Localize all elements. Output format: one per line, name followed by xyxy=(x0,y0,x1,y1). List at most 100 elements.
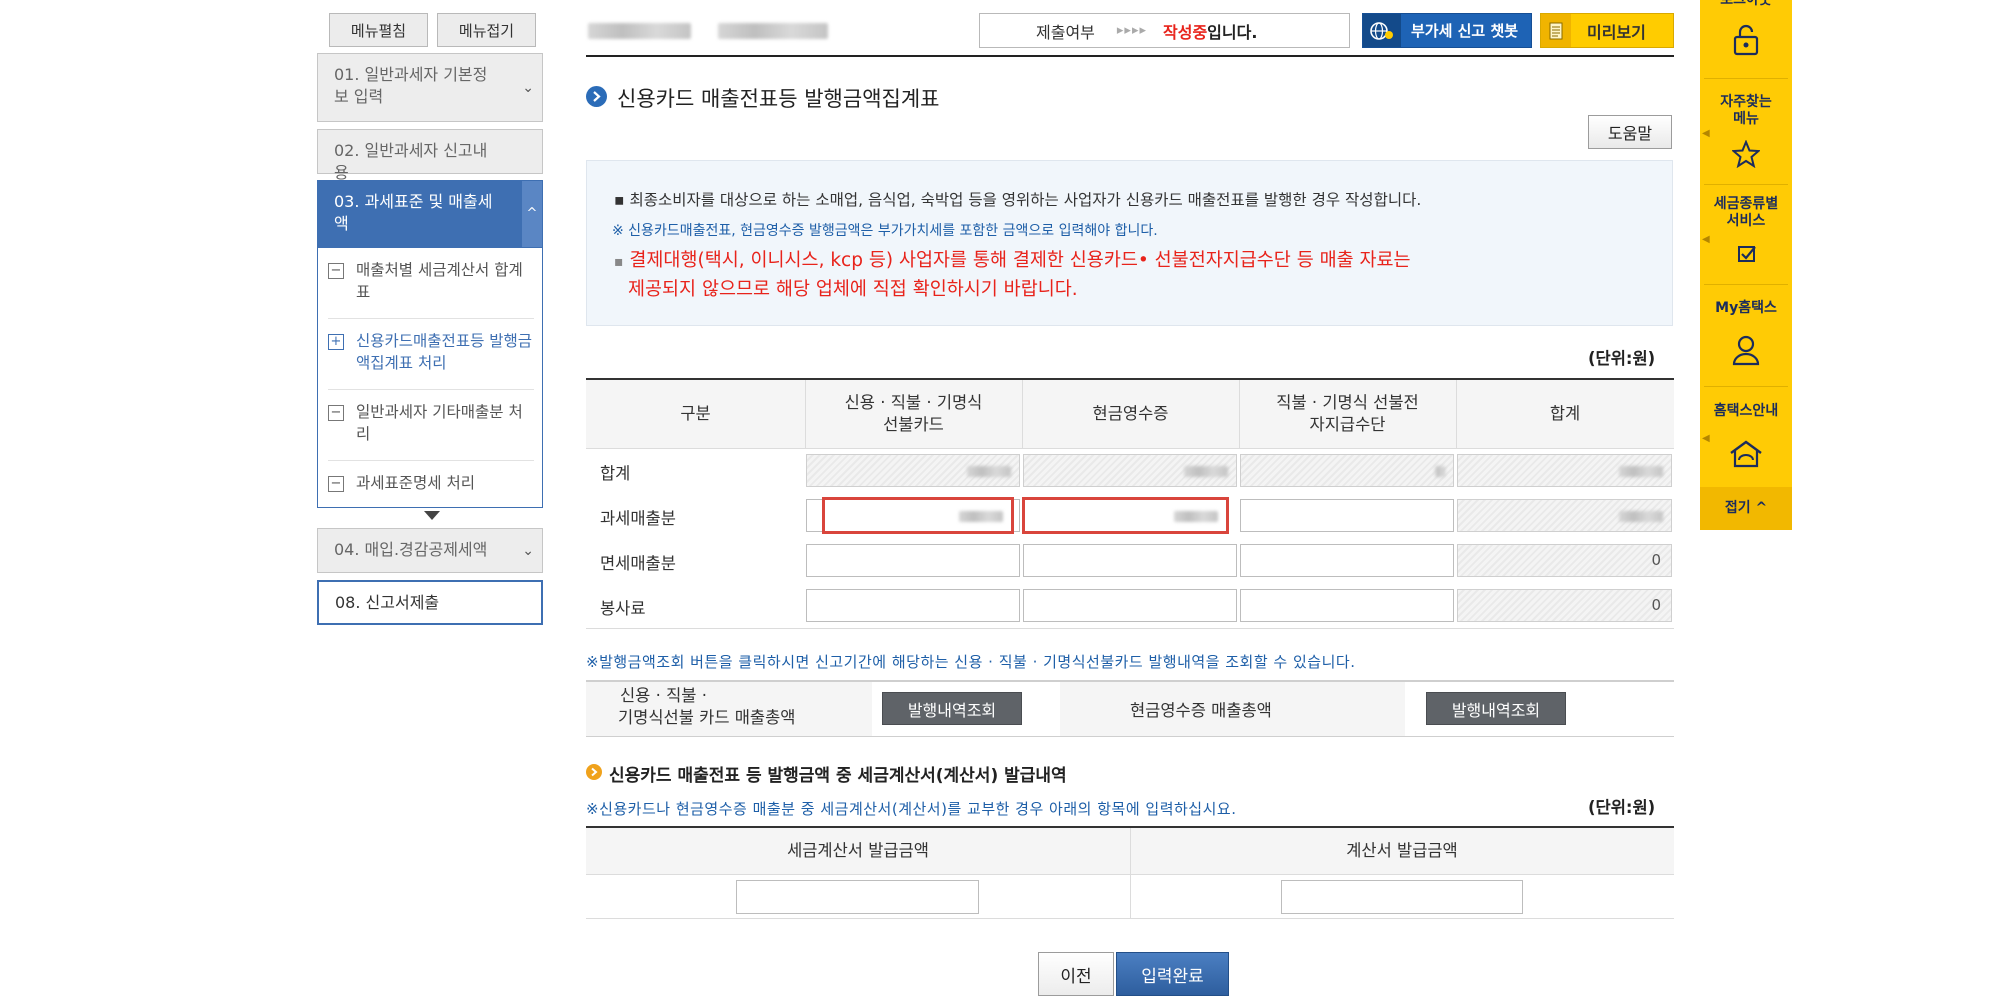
exempt-sum-cell: 0 xyxy=(1457,544,1672,577)
info-line-2: ※ 신용카드매출전표, 현금영수증 발행금액은 부가가치세를 포함한 금액으로 … xyxy=(612,223,1158,239)
checkbox-icon[interactable] xyxy=(1737,244,1757,268)
scroll-down-arrow-icon[interactable] xyxy=(424,511,440,520)
divider xyxy=(586,628,1674,629)
submenu-item-other-sales[interactable]: − 일반과세자 기타매출분 처리 xyxy=(328,401,534,445)
submit-button[interactable]: 입력완료 xyxy=(1116,952,1229,996)
col-header-tax-invoice-amount: 세금계산서 발급금액 xyxy=(787,841,929,860)
lookup-card-label-1: 신용 · 직불 · xyxy=(620,686,707,705)
arrow-left-icon: ◀ xyxy=(1702,128,1710,139)
header-divider xyxy=(586,55,1674,57)
divider xyxy=(586,874,1674,875)
divider xyxy=(586,736,1674,737)
submenu-item-tax-base[interactable]: − 과세표준명세 처리 xyxy=(328,472,534,494)
unit-label: (단위:원) xyxy=(1588,349,1656,368)
submenu-item-label: 신용카드매출전표등 발행금액집계표 처리 xyxy=(356,332,533,372)
favorite-menu-label[interactable]: 자주찾는 메뉴 xyxy=(1700,94,1792,128)
submenu-item-label: 매출처별 세금계산서 합계표 xyxy=(356,261,523,301)
row-label-taxable: 과세매출분 xyxy=(600,509,676,528)
hometax-guide-label[interactable]: 홈택스안내 xyxy=(1700,403,1792,420)
col-header-category: 구분 xyxy=(680,404,711,423)
submenu-item-label: 일반과세자 기타매출분 처리 xyxy=(356,403,523,443)
tax-invoice-amount-input[interactable] xyxy=(736,880,979,914)
document-icon xyxy=(1541,14,1571,47)
unlock-icon[interactable] xyxy=(1731,24,1761,60)
value-blurred xyxy=(1619,466,1663,477)
chevron-down-icon: ⌄ xyxy=(522,542,534,559)
tax-type-service-label[interactable]: 세금종류별 서비스 xyxy=(1700,196,1792,230)
menu-collapse-button[interactable]: 메뉴접기 xyxy=(437,13,536,47)
help-button[interactable]: 도움말 xyxy=(1588,115,1672,149)
fold-label[interactable]: 접기 ^ xyxy=(1700,500,1792,517)
status-suffix: 입니다. xyxy=(1207,22,1258,42)
invoice-note: ※신용카드나 현금영수증 매출분 중 세금계산서(계산서)를 교부한 경우 아래… xyxy=(586,800,1237,818)
total-prepaid-cell xyxy=(1240,454,1454,487)
step-02-label: 02. 일반과세자 신고내용 xyxy=(334,141,488,182)
invoice-unit-label: (단위:원) xyxy=(1588,798,1656,817)
info-warning-line-2: 제공되지 않으므로 해당 업체에 직접 확인하시기 바랍니다. xyxy=(628,279,1078,300)
value-blurred xyxy=(1174,511,1218,522)
step-01[interactable]: 01. 일반과세자 기본정보 입력 ⌄ xyxy=(317,53,543,122)
arrow-left-icon: ◀ xyxy=(1702,234,1710,245)
row-label-exempt: 면세매출분 xyxy=(600,554,676,573)
col-header-cash-receipt: 현금영수증 xyxy=(1092,404,1169,423)
logout-label[interactable]: 로그아웃 xyxy=(1700,0,1792,9)
row-label-service-charge: 봉사료 xyxy=(600,599,646,618)
step-08[interactable]: 08. 신고서제출 xyxy=(317,580,543,625)
collapse-box-icon: − xyxy=(328,405,344,421)
divider xyxy=(1704,386,1788,387)
step-02[interactable]: 02. 일반과세자 신고내용 xyxy=(317,129,543,182)
submenu-item-sales-invoice[interactable]: − 매출처별 세금계산서 합계표 xyxy=(328,259,534,303)
my-hometax-label[interactable]: My홈택스 xyxy=(1700,300,1792,317)
card-issuance-lookup-button[interactable]: 발행내역조회 xyxy=(882,692,1022,725)
exempt-card-input[interactable] xyxy=(806,544,1020,577)
value-blurred xyxy=(1619,511,1663,522)
divider xyxy=(328,460,534,461)
menu-expand-button[interactable]: 메뉴펼침 xyxy=(329,13,428,47)
exempt-cash-input[interactable] xyxy=(1023,544,1237,577)
lookup-card-label-2: 기명식선불 카드 매출총액 xyxy=(618,708,796,727)
divider xyxy=(586,918,1674,919)
exempt-prepaid-input[interactable] xyxy=(1240,544,1454,577)
info-bullet-1: ▪ 최종소비자를 대상으로 하는 소매업, 음식업, 숙박업 등을 영위하는 사… xyxy=(614,191,1422,209)
value-blurred xyxy=(1435,466,1445,477)
service-prepaid-input[interactable] xyxy=(1240,589,1454,622)
step-08-label: 08. 신고서제출 xyxy=(335,593,440,612)
step-03[interactable]: 03. 과세표준 및 매출세액 ^ xyxy=(317,180,543,248)
home-icon[interactable] xyxy=(1728,438,1764,474)
cash-issuance-lookup-button[interactable]: 발행내역조회 xyxy=(1426,692,1566,725)
service-cash-input[interactable] xyxy=(1023,589,1237,622)
taxable-prepaid-input[interactable] xyxy=(1240,499,1454,532)
title-bullet-icon xyxy=(586,86,607,107)
taxable-card-input[interactable] xyxy=(822,497,1014,534)
step-03-submenu: − 매출처별 세금계산서 합계표 + 신용카드매출전표등 발행금액집계표 처리 … xyxy=(317,248,543,508)
lookup-cash-label: 현금영수증 매출총액 xyxy=(1130,701,1272,720)
submenu-item-label: 과세표준명세 처리 xyxy=(356,474,476,492)
vat-chatbot-button[interactable]: 부가세 신고 챗봇 xyxy=(1362,13,1532,48)
expand-box-icon: + xyxy=(328,334,344,350)
step-04[interactable]: 04. 매입.경감공제세액 ⌄ xyxy=(317,528,543,573)
info-line-1: 최종소비자를 대상으로 하는 소매업, 음식업, 숙박업 등을 영위하는 사업자… xyxy=(629,191,1422,209)
star-icon[interactable] xyxy=(1730,139,1762,172)
step-04-label: 04. 매입.경감공제세액 xyxy=(334,540,488,559)
status-arrows: ▸▸▸▸ xyxy=(1116,23,1147,38)
divider xyxy=(1704,284,1788,285)
chevron-up-icon: ^ xyxy=(522,181,542,247)
submission-status: 제출여부 ▸▸▸▸ 작성중 입니다. xyxy=(979,13,1350,48)
user-name-blurred xyxy=(588,23,691,39)
prev-button[interactable]: 이전 xyxy=(1038,952,1114,996)
user-icon[interactable] xyxy=(1731,334,1761,370)
col-header-total: 합계 xyxy=(1549,404,1581,423)
chatbot-globe-icon xyxy=(1363,14,1401,47)
col-header-prepaid: 직불 · 기명식 선불전자지급수단 xyxy=(1276,393,1419,434)
row-label-total: 합계 xyxy=(600,464,631,483)
divider xyxy=(586,448,1674,449)
total-sum-cell xyxy=(1457,454,1672,487)
taxable-cash-input[interactable] xyxy=(1022,497,1229,534)
col-header-card: 신용 · 직불 · 기명식 선불카드 xyxy=(844,393,983,434)
preview-button[interactable]: 미리보기 xyxy=(1540,13,1674,48)
info-warning-line-1: 결제대행(택시, 이니시스, kcp 등) 사업자를 통해 결제한 신용카드• … xyxy=(629,250,1411,271)
service-card-input[interactable] xyxy=(806,589,1020,622)
collapse-box-icon: − xyxy=(328,263,344,279)
invoice-amount-input[interactable] xyxy=(1281,880,1523,914)
submenu-item-card-summary[interactable]: + 신용카드매출전표등 발행금액집계표 처리 xyxy=(328,330,534,374)
